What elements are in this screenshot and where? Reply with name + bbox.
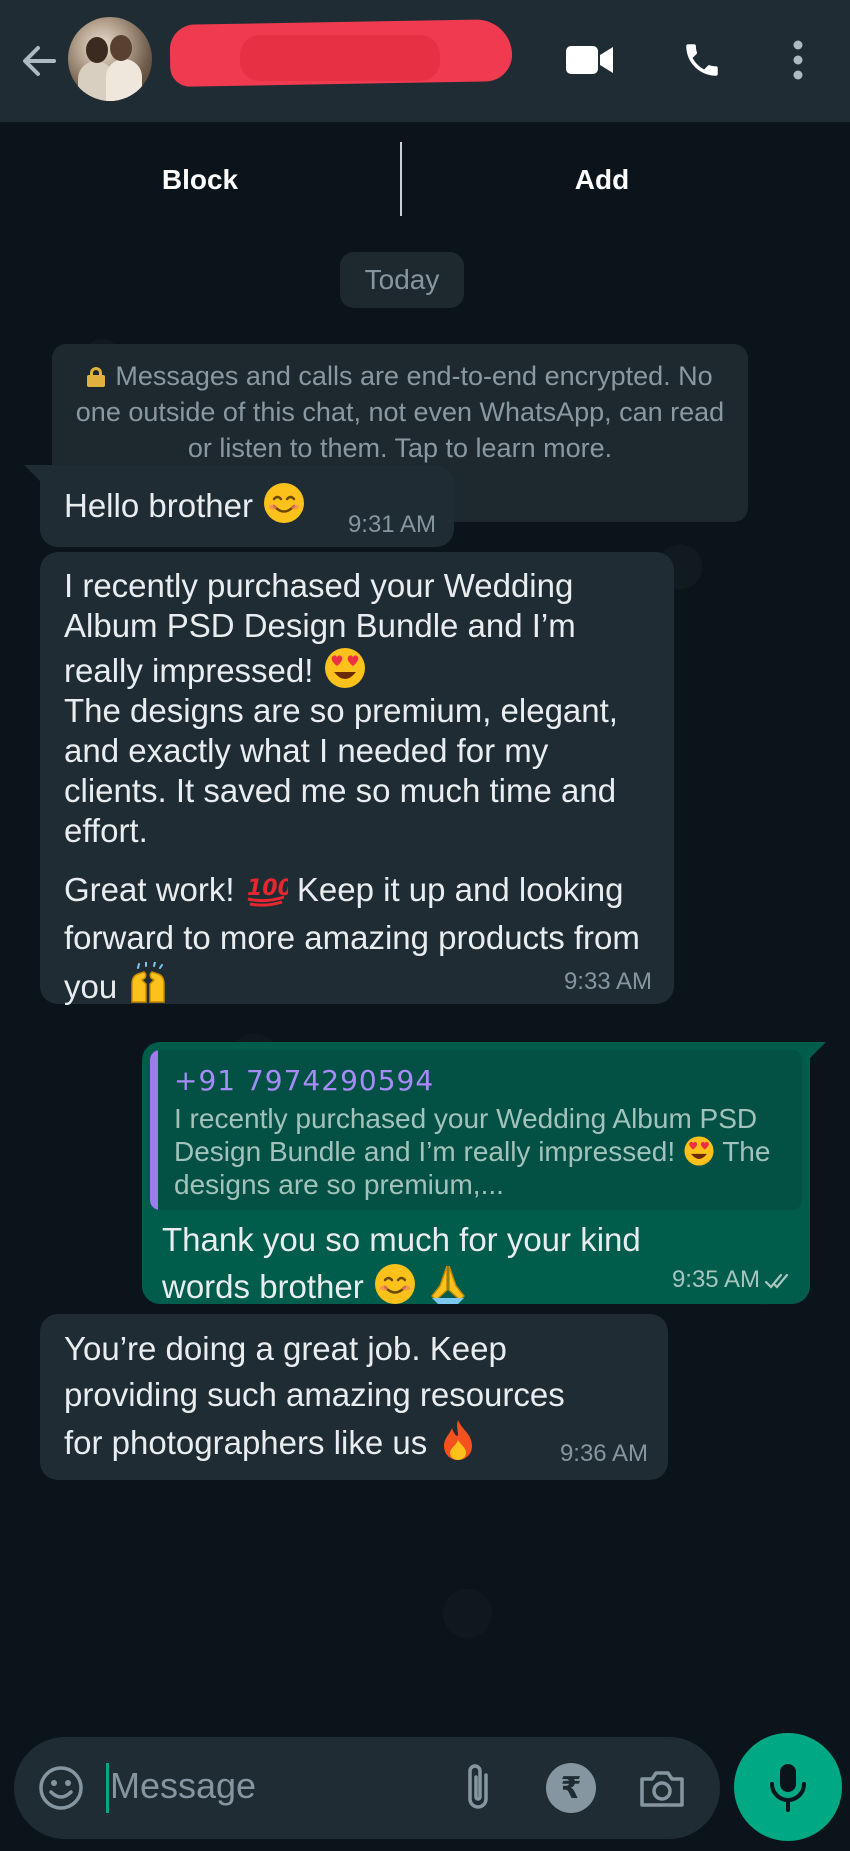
unknown-contact-actions: Block Add: [0, 122, 850, 238]
camera-icon[interactable]: [634, 1761, 690, 1817]
voice-message-button[interactable]: [734, 1733, 842, 1841]
composer: Message ₹: [0, 1733, 850, 1851]
text-cursor: [106, 1763, 109, 1813]
quoted-sender: +91 7974290594: [174, 1064, 435, 1097]
voice-call-icon[interactable]: [672, 30, 732, 90]
quote-bar: [150, 1050, 158, 1210]
message-time: 9:33 AM: [563, 968, 652, 995]
read-receipt-icon: [764, 1273, 789, 1289]
chat-header: [0, 0, 850, 122]
message-text: I recently purchased your Wedding Album …: [64, 567, 576, 689]
message-text: Hello brother: [64, 487, 253, 524]
message-time: 9:36 AM: [559, 1440, 648, 1467]
microphone-icon: [770, 1764, 806, 1812]
message-list[interactable]: Today Messages and calls are end-to-end …: [0, 238, 850, 1733]
more-options-icon[interactable]: [768, 30, 828, 90]
incoming-message[interactable]: I recently purchased your Wedding Album …: [40, 552, 674, 1005]
message-time: 9:35 AM: [671, 1266, 760, 1293]
emoji-icon[interactable]: [36, 1763, 86, 1813]
hundred-points-emoji-icon: 100: [247, 876, 288, 907]
quoted-message[interactable]: +91 7974290594 I recently purchased your…: [150, 1050, 802, 1210]
raising-hands-emoji-icon: [131, 962, 166, 1003]
heart-eyes-emoji-icon: [324, 648, 365, 688]
message-time: 9:31 AM: [347, 511, 436, 538]
message-text: The designs are so premium, elegant, and…: [64, 692, 618, 849]
add-contact-button[interactable]: Add: [402, 122, 802, 238]
smiling-face-emoji-icon: [374, 1264, 415, 1304]
incoming-message[interactable]: You’re doing a great job. Keep providing…: [40, 1314, 668, 1480]
heart-eyes-emoji-icon: [684, 1136, 714, 1166]
contact-avatar[interactable]: [68, 17, 152, 101]
message-input[interactable]: Message: [110, 1765, 256, 1807]
folded-hands-emoji-icon: [431, 1265, 466, 1304]
message-input-container[interactable]: Message ₹: [14, 1737, 720, 1839]
fire-emoji-icon: [444, 1420, 473, 1460]
encryption-notice-text: Messages and calls are end-to-end encryp…: [75, 361, 725, 463]
redaction-mark: [240, 35, 440, 81]
bubble-tail: [808, 1042, 826, 1060]
incoming-message[interactable]: Hello brother 9:31 AM: [24, 465, 454, 547]
video-call-icon[interactable]: [560, 30, 620, 90]
outgoing-message[interactable]: +91 7974290594 I recently purchased your…: [142, 1042, 826, 1305]
message-text: You’re doing a great job. Keep providing…: [64, 1330, 565, 1461]
message-paragraph: I recently purchased your Wedding Album …: [64, 566, 654, 851]
block-button[interactable]: Block: [0, 122, 400, 238]
quoted-text-part: I recently purchased your Wedding Album …: [174, 1103, 758, 1167]
lock-icon: [87, 367, 106, 387]
quoted-text: I recently purchased your Wedding Album …: [174, 1102, 794, 1201]
message-text: Great work!: [64, 871, 235, 908]
bubble-tail: [24, 465, 42, 483]
back-arrow-icon[interactable]: [14, 36, 64, 86]
attach-icon[interactable]: [454, 1759, 504, 1815]
date-chip: Today: [340, 252, 464, 308]
smiling-face-emoji-icon: [264, 483, 305, 523]
rupee-payment-icon[interactable]: ₹: [546, 1763, 596, 1813]
